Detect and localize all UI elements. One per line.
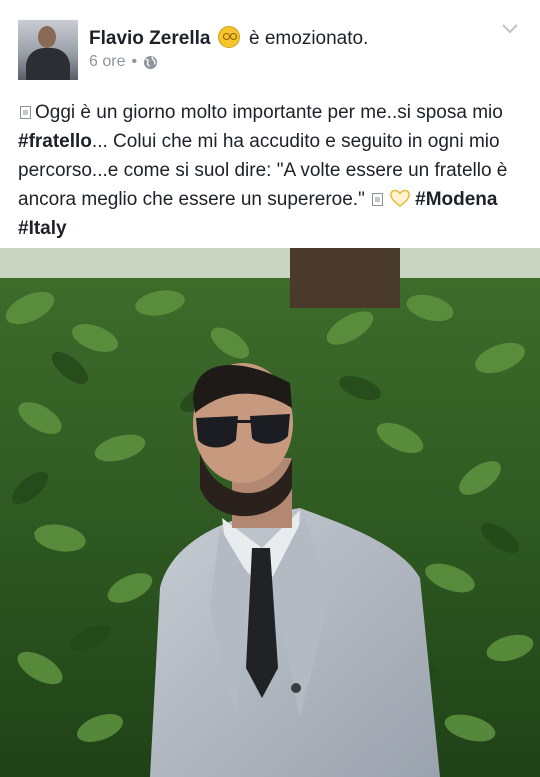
author-line: Flavio Zerella è emozionato. (89, 26, 368, 50)
avatar[interactable] (18, 20, 78, 80)
meta-separator: • (131, 53, 138, 70)
hashtag-modena[interactable]: #Modena (415, 189, 497, 210)
post-photo[interactable] (0, 248, 540, 777)
post-message: Oggi è un giorno molto importante per me… (18, 98, 523, 243)
avatar-body-shape (26, 48, 70, 80)
post-meta: 6 ore • (89, 53, 158, 71)
message-part-1: Oggi è un giorno molto importante per me… (35, 102, 503, 123)
sky-strip (0, 248, 540, 278)
post-header: Flavio Zerella è emozionato. 6 ore • (0, 0, 540, 90)
photo-illustration (0, 248, 540, 777)
globe-icon[interactable] (143, 55, 158, 70)
tree-trunk (290, 248, 400, 308)
hashtag-italy[interactable]: #Italy (18, 218, 67, 239)
hashtag-fratello[interactable]: #fratello (18, 131, 92, 152)
star-struck-emoji-icon (217, 26, 240, 48)
feeling-text[interactable]: è emozionato. (249, 28, 368, 49)
avatar-head-shape (38, 26, 56, 48)
yellow-heart-icon (390, 189, 411, 207)
facebook-post: Flavio Zerella è emozionato. 6 ore • Ogg… (0, 0, 540, 777)
timestamp[interactable]: 6 ore (89, 53, 125, 71)
author-name[interactable]: Flavio Zerella (89, 28, 210, 49)
missing-glyph-icon (372, 193, 384, 206)
chevron-down-icon[interactable] (500, 20, 520, 36)
missing-glyph-icon (20, 106, 31, 119)
